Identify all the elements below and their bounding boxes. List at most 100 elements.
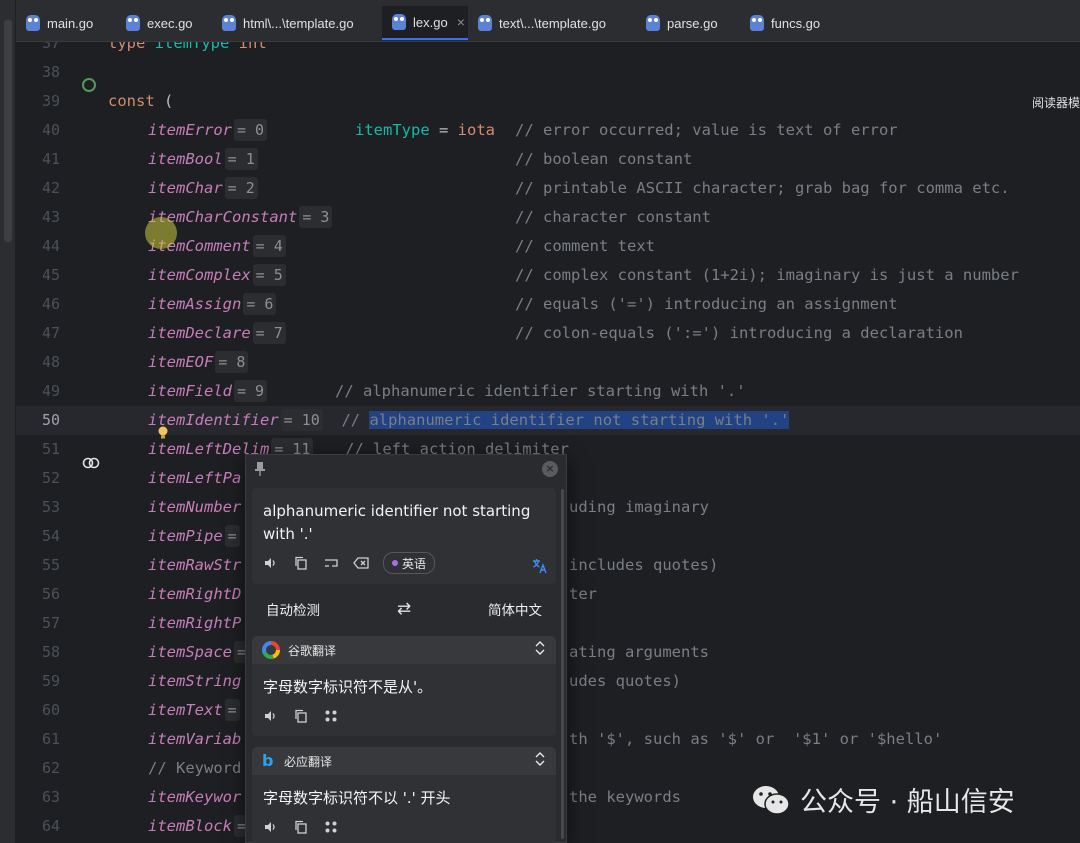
translate-icon[interactable] — [532, 558, 548, 578]
line-number: 40 — [41, 121, 60, 139]
inlay-value-hint: = 10 — [280, 409, 323, 431]
tab-label: exec.go — [147, 15, 193, 31]
tab-1[interactable]: exec.go — [116, 6, 212, 40]
bing-translation-result[interactable]: 字母数字标识符不以 '.' 开头 — [263, 787, 451, 808]
inlay-value-hint: = 8 — [215, 351, 249, 373]
inlay-value-hint: = 2 — [224, 177, 258, 199]
identifier: itemRightP — [148, 614, 242, 632]
pin-icon[interactable] — [254, 461, 266, 477]
more-icon[interactable] — [323, 708, 339, 724]
inlay-value-hint: = 4 — [252, 235, 286, 257]
tab-4[interactable]: text\...\template.go — [468, 6, 636, 40]
tab-3[interactable]: lex.go × — [382, 6, 468, 40]
language-selector-row: 自动检测 ⇄ 简体中文 — [252, 592, 556, 626]
left-tool-strip — [0, 0, 16, 843]
line-number: 61 — [41, 730, 60, 748]
code-line[interactable]: 49 itemField = 9 // alphanumeric identifier… — [16, 377, 1080, 406]
line-number: 37 — [41, 42, 60, 52]
close-icon[interactable]: × — [542, 461, 558, 477]
copy-icon[interactable] — [293, 708, 309, 724]
wrap-text-icon[interactable] — [323, 555, 339, 571]
identifier: itemComplex — [148, 266, 251, 284]
code-comment: // Keyword — [148, 759, 242, 777]
code-line[interactable]: 48 itemEOF = 8 — [16, 348, 1080, 377]
identifier: itemLeftPa — [148, 469, 242, 487]
code-text: itemVariab — [148, 725, 241, 754]
detected-language-label: 英语 — [402, 556, 427, 571]
target-language-select[interactable]: 简体中文 — [488, 599, 542, 619]
code-line[interactable]: 45 itemComplex = 5 // complex constant (1+2… — [16, 261, 1080, 290]
code-line[interactable]: 40 itemError = 0 itemType = iota // error oc… — [16, 116, 1080, 145]
bing-translate-card: b 必应翻译 字母数字标识符不以 '.' 开头 — [252, 747, 556, 843]
identifier: itemString — [148, 672, 242, 690]
line-number: 46 — [41, 295, 60, 313]
code-text: itemPipe = — [148, 522, 240, 551]
code-comment: // colon-equals (':=') introducing a dec… — [515, 324, 963, 342]
collapse-chevron-icon[interactable] — [534, 752, 546, 770]
swap-languages-icon[interactable]: ⇄ — [397, 599, 411, 619]
identifier: itemAssign — [148, 295, 242, 313]
line-number: 60 — [41, 701, 60, 719]
go-gopher-icon — [750, 15, 764, 31]
reader-mode-label[interactable]: 阅读器模 — [1032, 94, 1080, 111]
tab-2[interactable]: html\...\template.go — [212, 6, 382, 40]
identifier: itemEOF — [148, 353, 214, 371]
code-comment-tail: th '$', such as '$' or '$1' or '$hello' — [569, 730, 943, 748]
code-line[interactable]: 39 const ( — [16, 87, 1080, 116]
inlay-value-hint: = 0 — [234, 119, 268, 141]
line-number: 55 — [41, 556, 60, 574]
code-line[interactable]: 42 itemChar = 2 // printable ASCII characte… — [16, 174, 1080, 203]
tab-label: text\...\template.go — [499, 15, 606, 31]
source-text[interactable]: alphanumeric identifier not starting wit… — [263, 500, 543, 546]
tab-label: main.go — [47, 15, 94, 31]
code-comment-tail: the keywords — [569, 788, 681, 806]
code-line[interactable]: 41 itemBool = 1 // boolean constant — [16, 145, 1080, 174]
clear-text-icon[interactable] — [353, 555, 369, 571]
speaker-icon[interactable] — [263, 819, 279, 835]
bing-translate-header[interactable]: b 必应翻译 — [252, 747, 556, 775]
tab-5[interactable]: parse.go — [636, 6, 740, 40]
tab-6[interactable]: funcs.go — [740, 6, 840, 40]
google-translation-result[interactable]: 字母数字标识符不是从'。 — [263, 676, 432, 697]
line-number: 54 — [41, 527, 60, 545]
language-dot-icon — [392, 560, 398, 566]
tab-label: html\...\template.go — [243, 15, 354, 31]
lightbulb-icon[interactable] — [157, 426, 169, 440]
popup-scrollbar[interactable] — [561, 489, 564, 839]
source-language-select[interactable]: 自动检测 — [266, 599, 320, 619]
copy-icon[interactable] — [293, 555, 309, 571]
identifier: itemKeywor — [148, 788, 242, 806]
copy-icon[interactable] — [293, 819, 309, 835]
collapse-chevron-icon[interactable] — [534, 641, 546, 659]
code-text: itemDeclare = 7 — [148, 319, 286, 348]
detected-language-badge[interactable]: 英语 — [383, 552, 436, 574]
line-number: 63 — [41, 788, 60, 806]
code-text: itemKeywor — [148, 783, 241, 812]
run-gutter-icon[interactable] — [82, 78, 96, 92]
more-icon[interactable] — [323, 819, 339, 835]
code-text: itemText = — [148, 696, 240, 725]
code-line[interactable]: 46 itemAssign = 6 // equals ('=') introduci… — [16, 290, 1080, 319]
code-line[interactable]: 37 type itemType int — [16, 42, 1080, 58]
paren: ( — [154, 92, 174, 110]
identifier: itemBool — [148, 150, 223, 168]
line-number: 41 — [41, 150, 60, 168]
inlay-value-hint: = 6 — [243, 293, 277, 315]
speaker-icon[interactable] — [263, 708, 279, 724]
inlay-value-hint: = 9 — [234, 380, 268, 402]
code-text: itemComplex = 5 — [148, 261, 286, 290]
code-line[interactable]: 50 itemIdentifier = 10 // alphanumeric ide… — [16, 406, 1080, 435]
source-text-card: alphanumeric identifier not starting wit… — [252, 488, 556, 584]
type-name: itemType — [355, 121, 439, 139]
code-comment: // error occurred; value is text of erro… — [515, 121, 898, 139]
ai-assistant-gutter-icon[interactable] — [82, 455, 100, 471]
identifier: itemText — [148, 701, 223, 719]
google-translate-header[interactable]: 谷歌翻译 — [252, 636, 556, 664]
speaker-icon[interactable] — [263, 555, 279, 571]
code-line[interactable]: 38 — [16, 58, 1080, 87]
go-gopher-icon — [646, 15, 660, 31]
tab-0[interactable]: main.go — [16, 6, 116, 40]
close-tab-icon[interactable]: × — [457, 14, 465, 30]
code-line[interactable]: 47 itemDeclare = 7 // colon-equals (':=') i… — [16, 319, 1080, 348]
code-comment: // boolean constant — [515, 150, 693, 168]
